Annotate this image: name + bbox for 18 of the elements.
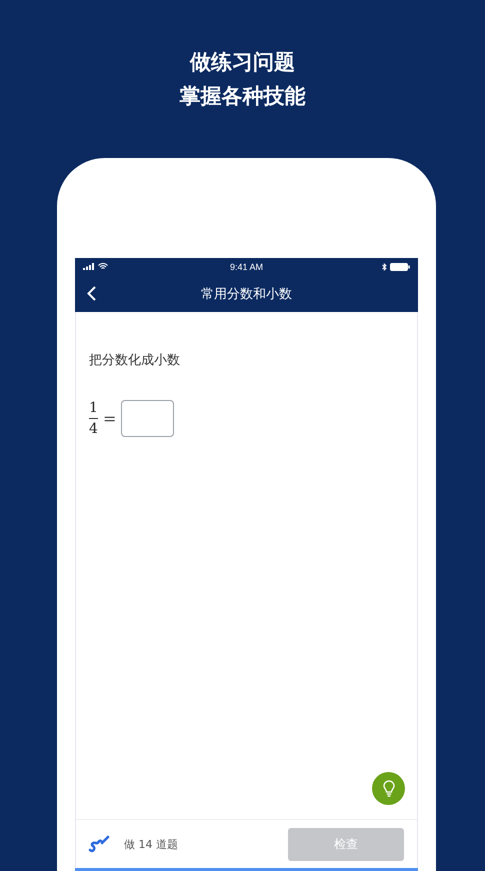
answer-field[interactable] xyxy=(121,400,174,437)
nav-title: 常用分数和小数 xyxy=(201,286,292,302)
squiggle-icon xyxy=(88,835,110,853)
signal-icon xyxy=(83,263,95,270)
wifi-icon xyxy=(98,263,108,270)
lightbulb-icon xyxy=(382,780,394,798)
battery-icon xyxy=(390,262,410,270)
bluetooth-icon xyxy=(382,262,387,270)
hint-button[interactable] xyxy=(372,772,405,805)
question-prompt: 把分数化成小数 xyxy=(89,352,181,370)
fraction-denominator: 4 xyxy=(89,421,98,437)
status-time: 9:41 AM xyxy=(230,262,264,272)
chevron-left-icon xyxy=(87,286,96,301)
headline-text: 做练习问题 xyxy=(190,49,295,76)
progress-text: 做 14 道题 xyxy=(124,836,178,852)
headline-text: 掌握各种技能 xyxy=(180,83,306,110)
fraction-numerator: 1 xyxy=(89,400,98,416)
equals-sign: = xyxy=(103,409,116,428)
